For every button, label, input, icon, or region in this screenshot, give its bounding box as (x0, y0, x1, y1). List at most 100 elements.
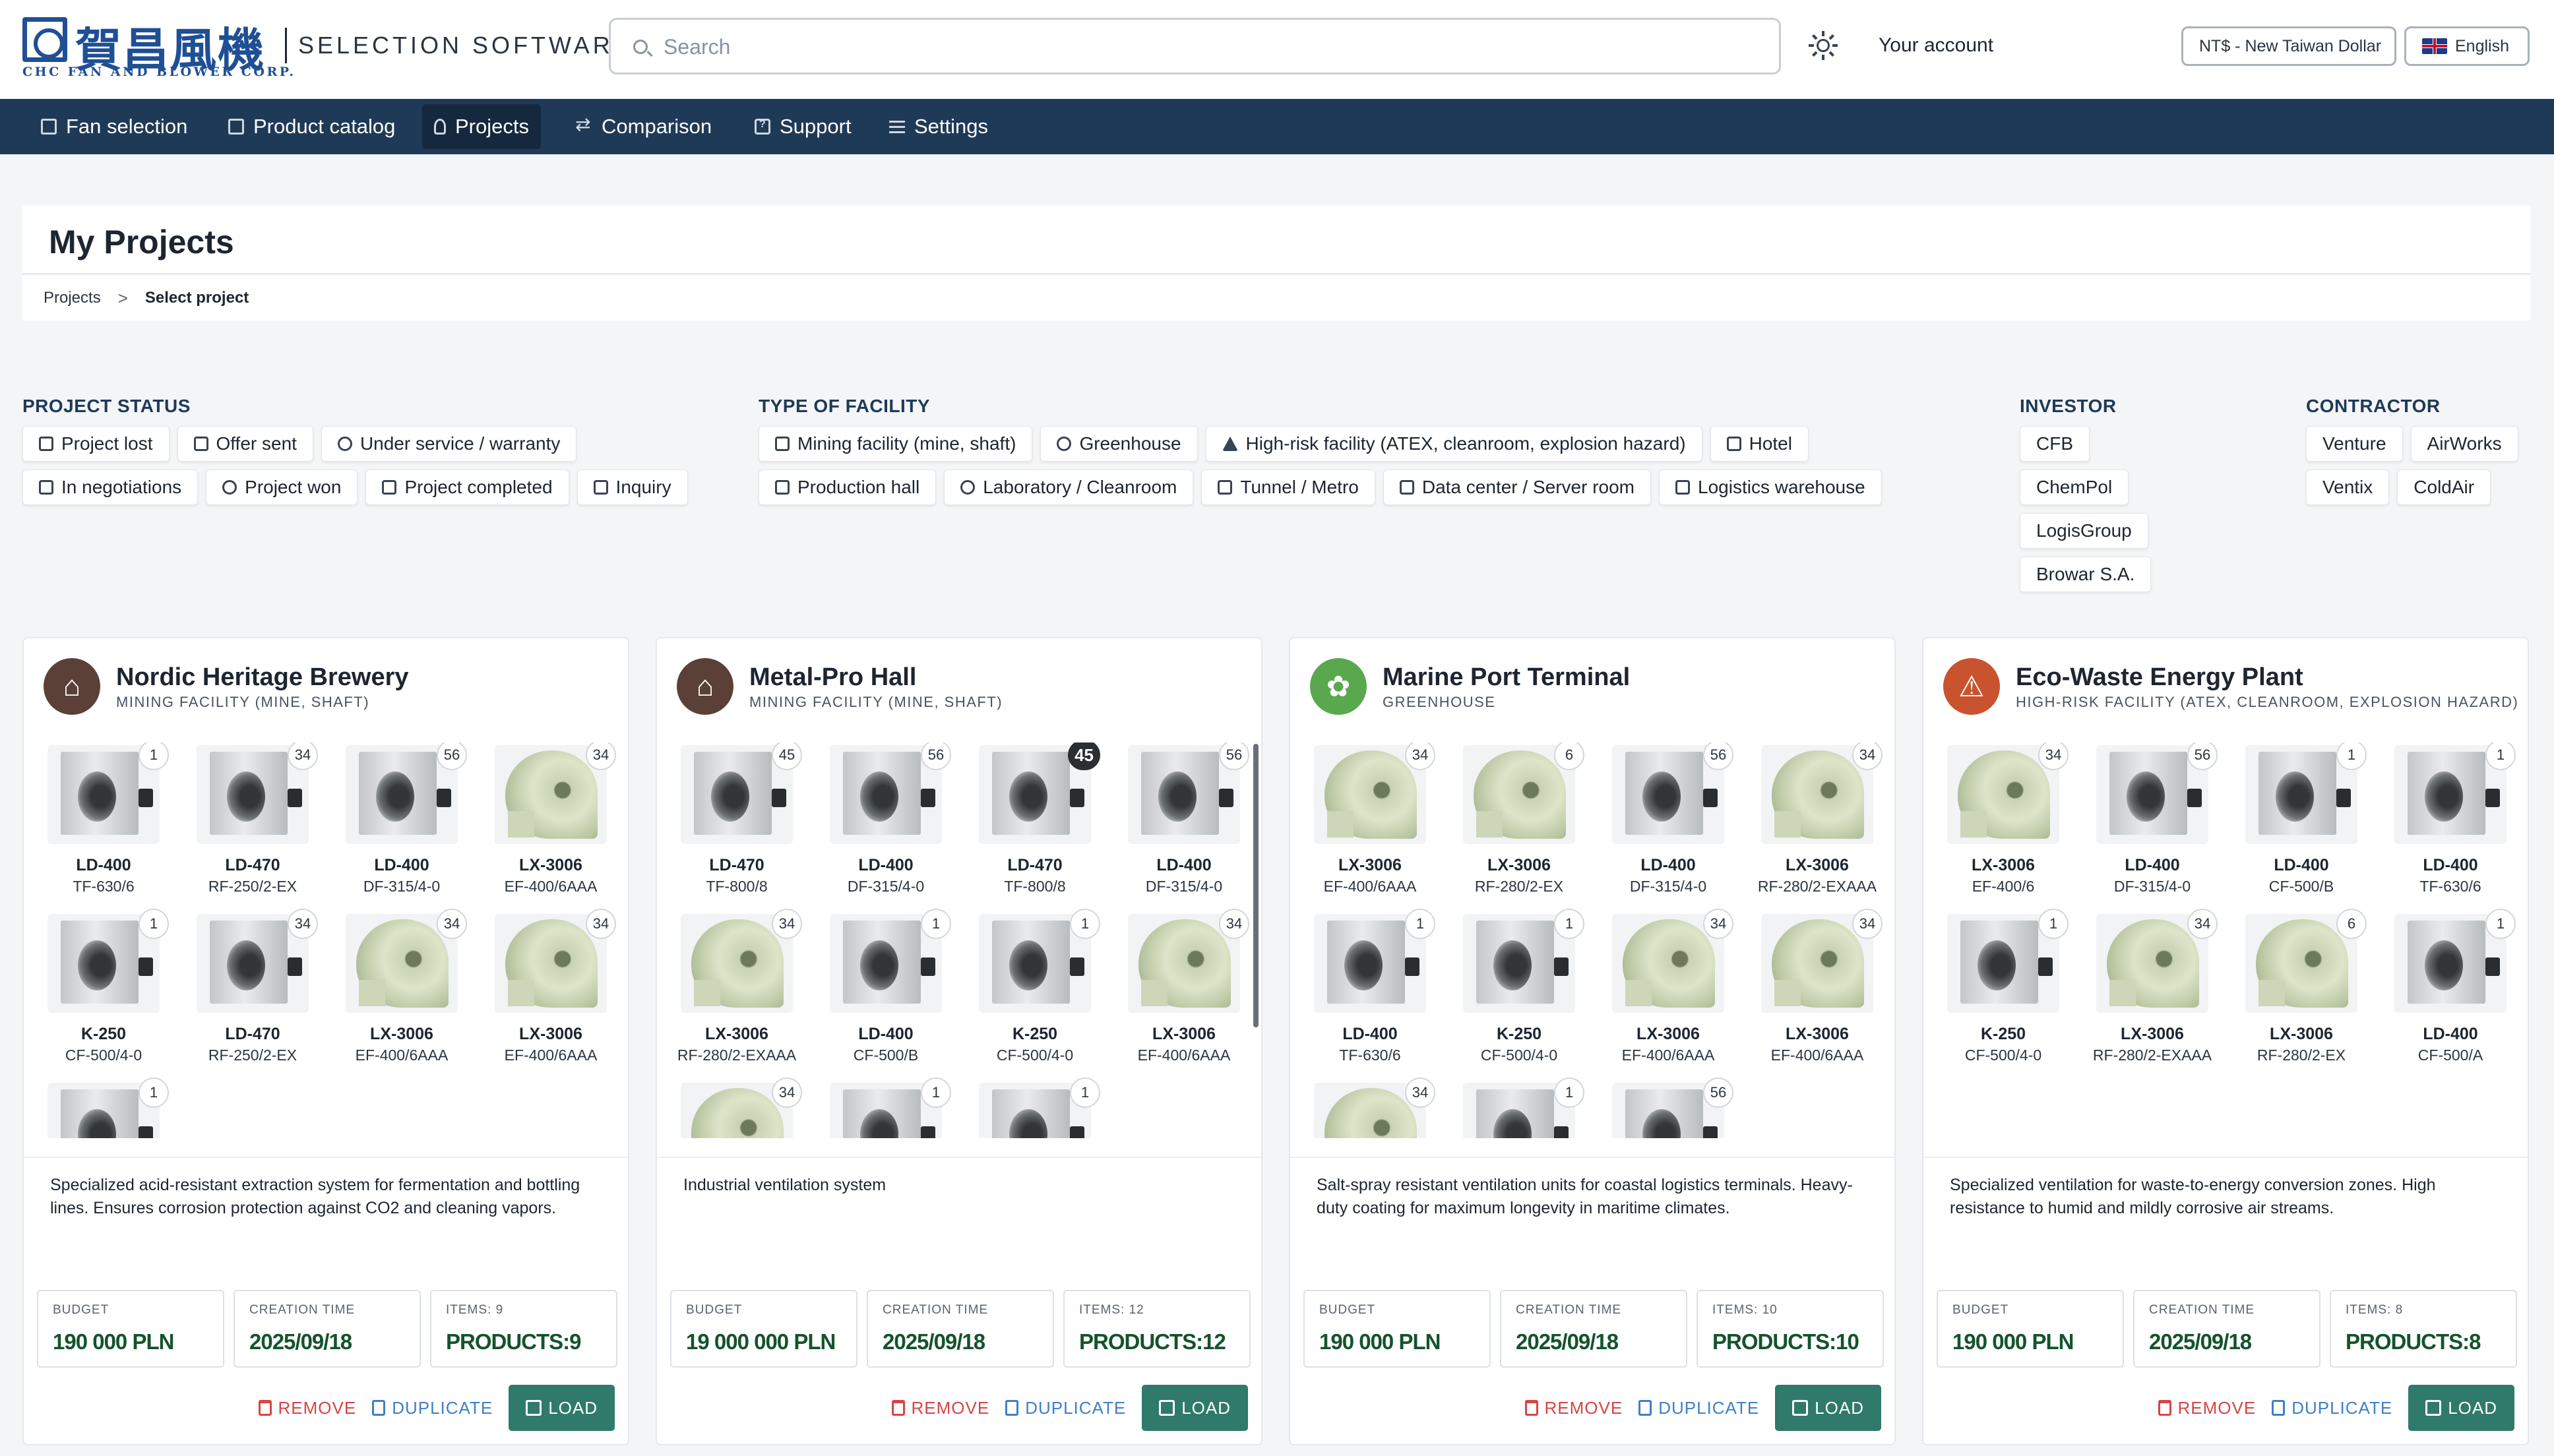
product-tile[interactable]: 1 (967, 1077, 1103, 1138)
chip-project-lost[interactable]: Project lost (22, 426, 170, 462)
load-button[interactable]: LOAD (1775, 1385, 1881, 1431)
product-tile[interactable]: 34 LX-3006 EF-400/6AAA (1116, 909, 1252, 1067)
product-tile[interactable]: 34 LX-3006 EF-400/6AAA (1302, 743, 1438, 898)
product-grid[interactable]: 45 LD-470 TF-800/8 56 LD-400 DF-315/4-0 … (669, 743, 1253, 1138)
chip-in-negotiations[interactable]: In negotiations (22, 470, 199, 505)
chip-production-hall[interactable]: Production hall (759, 470, 937, 505)
currency-select[interactable]: NT$ - New Taiwan Dollar (2181, 26, 2396, 66)
product-tile[interactable]: 1 LD-400 CF-500/A (2383, 909, 2518, 1067)
chip-contractor-coldair[interactable]: ColdAir (2397, 470, 2491, 505)
chip-greenhouse[interactable]: Greenhouse (1040, 426, 1198, 462)
chip-investor-logisgroup[interactable]: LogisGroup (2020, 513, 2148, 549)
chip-under-service[interactable]: Under service / warranty (321, 426, 577, 462)
nav-fan-selection[interactable]: Fan selection (29, 104, 199, 149)
product-tile[interactable]: 34 LX-3006 RF-280/2-EXAAA (2084, 909, 2220, 1067)
project-card[interactable]: ✿ Marine Port Terminal GREENHOUSE 34 LX-… (1289, 637, 1896, 1445)
nav-projects[interactable]: Projects (422, 104, 541, 149)
project-stats: BUDGET 190 000 PLN CREATION TIME 2025/09… (1303, 1290, 1884, 1369)
chip-project-completed[interactable]: Project completed (365, 470, 569, 505)
remove-button[interactable]: REMOVE (258, 1398, 357, 1418)
duplicate-button[interactable]: DUPLICATE (372, 1398, 493, 1418)
product-tile[interactable]: 1 LD-400 TF-630/6 (2383, 743, 2518, 898)
product-tile[interactable]: 1 LD-400 CF-500/B (818, 909, 954, 1067)
product-tile[interactable]: 56 LD-400 DF-315/4-0 (2084, 743, 2220, 898)
chip-investor-cfb[interactable]: CFB (2020, 426, 2090, 462)
product-tile[interactable]: 1 LD-400 TF-630/6 (1302, 909, 1438, 1067)
project-card[interactable]: ⚠ Eco-Waste Energy Plant HIGH-RISK FACIL… (1922, 637, 2529, 1445)
product-tile[interactable]: 34 (1302, 1077, 1438, 1138)
product-tile[interactable]: 1 K-250 CF-500/4-0 (967, 909, 1103, 1067)
project-card[interactable]: ⌂ Nordic Heritage Brewery MINING FACILIT… (22, 637, 629, 1445)
product-tile[interactable]: 6 LX-3006 RF-280/2-EX (2233, 909, 2369, 1067)
search-box[interactable] (609, 18, 1781, 75)
chip-offer-sent[interactable]: Offer sent (177, 426, 313, 462)
chip-contractor-venture[interactable]: Venture (2306, 426, 2403, 462)
product-tile[interactable]: 34 LX-3006 EF-400/6AAA (1749, 909, 1885, 1067)
duplicate-button[interactable]: DUPLICATE (1638, 1398, 1759, 1418)
duplicate-button[interactable]: DUPLICATE (1005, 1398, 1126, 1418)
product-tile[interactable]: 1 LD-400 TF-630/6 (36, 743, 171, 898)
product-tile[interactable]: 34 LX-3006 EF-400/6AAA (483, 909, 619, 1067)
chip-laboratory[interactable]: Laboratory / Cleanroom (944, 470, 1194, 505)
product-tile[interactable]: 1 LD-400 CF-500/B (2233, 743, 2369, 898)
product-tile[interactable]: 34 (669, 1077, 805, 1138)
chip-investor-browar[interactable]: Browar S.A. (2020, 557, 2152, 592)
product-tile[interactable]: 56 LD-400 DF-315/4-0 (334, 743, 470, 898)
load-button[interactable]: LOAD (1142, 1385, 1248, 1431)
product-tile[interactable]: 34 LX-3006 EF-400/6AAA (334, 909, 470, 1067)
product-tile[interactable]: 45 LD-470 TF-800/8 (669, 743, 805, 898)
remove-button[interactable]: REMOVE (891, 1398, 990, 1418)
product-tile[interactable]: 1 (36, 1077, 171, 1138)
chip-inquiry[interactable]: Inquiry (576, 470, 688, 505)
product-tile[interactable]: 1 K-250 CF-500/4-0 (36, 909, 171, 1067)
duplicate-button[interactable]: DUPLICATE (2272, 1398, 2392, 1418)
product-tile[interactable]: 56 LD-400 DF-315/4-0 (1116, 743, 1252, 898)
breadcrumb-projects-link[interactable]: Projects (44, 289, 101, 307)
product-grid[interactable]: 1 LD-400 TF-630/6 34 LD-470 RF-250/2-EX … (36, 743, 620, 1138)
chip-contractor-ventix[interactable]: Ventix (2306, 470, 2390, 505)
product-tile[interactable]: 56 LD-400 DF-315/4-0 (818, 743, 954, 898)
load-button[interactable]: LOAD (2408, 1385, 2514, 1431)
product-tile[interactable]: 34 LX-3006 RF-280/2-EXAAA (1749, 743, 1885, 898)
chip-logistics-warehouse[interactable]: Logistics warehouse (1659, 470, 1882, 505)
search-input[interactable] (664, 32, 1719, 62)
product-tile[interactable]: 34 LX-3006 EF-400/6AAA (1600, 909, 1736, 1067)
chip-mining-facility[interactable]: Mining facility (mine, shaft) (759, 426, 1033, 462)
theme-toggle-sun-icon[interactable] (1807, 30, 1839, 61)
nav-support[interactable]: Support (743, 104, 863, 149)
nav-comparison[interactable]: Comparison (565, 104, 724, 149)
chip-label: Production hall (797, 477, 920, 497)
product-tile[interactable]: 1 K-250 CF-500/4-0 (1451, 909, 1587, 1067)
chip-hotel[interactable]: Hotel (1710, 426, 1809, 462)
product-tile[interactable]: 6 LX-3006 RF-280/2-EX (1451, 743, 1587, 898)
remove-button[interactable]: REMOVE (2158, 1398, 2257, 1418)
remove-button[interactable]: REMOVE (1524, 1398, 1623, 1418)
product-tile[interactable]: 1 K-250 CF-500/4-0 (1935, 909, 2071, 1067)
product-grid[interactable]: 34 LX-3006 EF-400/6 56 LD-400 DF-315/4-0… (1935, 743, 2520, 1138)
nav-settings[interactable]: Settings (877, 104, 1000, 149)
language-select[interactable]: English (2404, 26, 2530, 66)
product-grid-scrollbar[interactable] (1253, 744, 1259, 1027)
chip-tunnel-metro[interactable]: Tunnel / Metro (1201, 470, 1375, 505)
chip-investor-chempol[interactable]: ChemPol (2020, 470, 2129, 505)
product-tile[interactable]: 34 LD-470 RF-250/2-EX (185, 743, 321, 898)
product-grid[interactable]: 34 LX-3006 EF-400/6AAA 6 LX-3006 RF-280/… (1302, 743, 1886, 1138)
product-tile[interactable]: 34 LX-3006 EF-400/6 (1935, 743, 2071, 898)
load-button[interactable]: LOAD (509, 1385, 615, 1431)
account-link[interactable]: Your account (1879, 34, 1993, 57)
product-tile[interactable]: 1 (1451, 1077, 1587, 1138)
product-tile[interactable]: 34 LX-3006 EF-400/6AAA (483, 743, 619, 898)
chip-data-center[interactable]: Data center / Server room (1383, 470, 1651, 505)
chip-contractor-airworks[interactable]: AirWorks (2410, 426, 2518, 462)
chip-high-risk-facility[interactable]: High-risk facility (ATEX, cleanroom, exp… (1205, 426, 1702, 462)
product-tile[interactable]: 56 (1600, 1077, 1736, 1138)
product-tile[interactable]: 34 LD-470 RF-250/2-EX (185, 909, 321, 1067)
company-logo[interactable]: 賀昌風機 CHC FAN AND BLOWER CORP. (22, 17, 294, 79)
chip-project-won[interactable]: Project won (206, 470, 358, 505)
nav-product-catalog[interactable]: Product catalog (216, 104, 407, 149)
product-tile[interactable]: 34 LX-3006 RF-280/2-EXAAA (669, 909, 805, 1067)
project-card[interactable]: ⌂ Metal-Pro Hall MINING FACILITY (MINE, … (656, 637, 1262, 1445)
product-tile[interactable]: 56 LD-400 DF-315/4-0 (1600, 743, 1736, 898)
product-tile[interactable]: 45 LD-470 TF-800/8 (967, 743, 1103, 898)
product-tile[interactable]: 1 (818, 1077, 954, 1138)
